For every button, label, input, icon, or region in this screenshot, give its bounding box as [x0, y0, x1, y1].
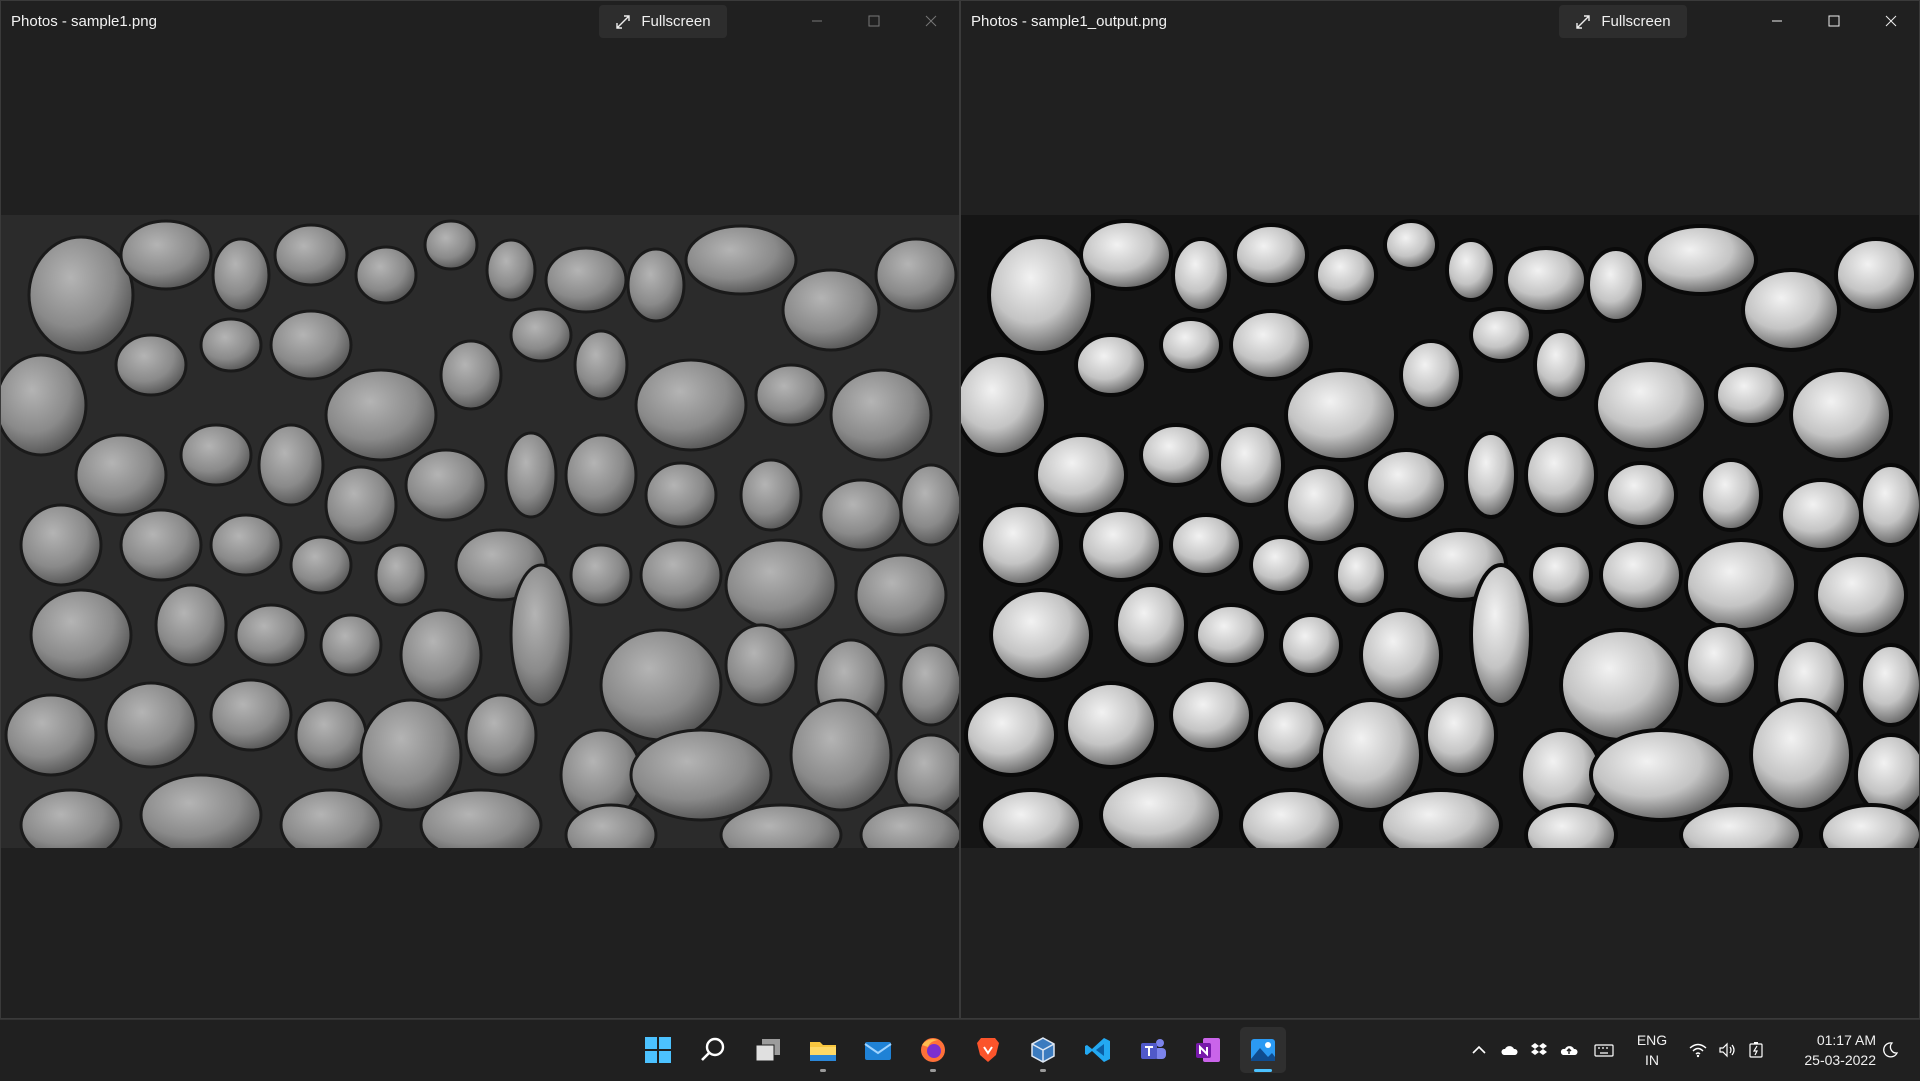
keyboard-icon: [1594, 1044, 1614, 1057]
taskbar-brave[interactable]: [965, 1027, 1011, 1073]
window-title: Photos - sample1.png: [11, 13, 157, 30]
fullscreen-button[interactable]: Fullscreen: [1559, 5, 1687, 38]
maximize-icon: [868, 15, 880, 27]
active-indicator: [1254, 1069, 1272, 1072]
title-bar[interactable]: Photos - sample1_output.png Fullscreen: [961, 1, 1919, 43]
tray-focus-assist[interactable]: [1878, 1038, 1902, 1062]
photo-viewer-image[interactable]: [1, 215, 959, 848]
maximize-button[interactable]: [846, 1, 902, 41]
volume-icon: [1719, 1042, 1735, 1058]
taskbar-firefox[interactable]: [910, 1027, 956, 1073]
fullscreen-label: Fullscreen: [1601, 13, 1671, 30]
photos-window-right[interactable]: Photos - sample1_output.png Fullscreen: [960, 0, 1920, 1019]
taskbar-search[interactable]: [690, 1027, 736, 1073]
close-button[interactable]: [1863, 1, 1919, 41]
photos-window-left[interactable]: Photos - sample1.png Fullscreen: [0, 0, 960, 1019]
chevron-up-icon: [1472, 1045, 1486, 1054]
virtualbox-icon: [1031, 1037, 1055, 1063]
pebbles-photo-enhanced: [961, 215, 1919, 848]
fullscreen-button[interactable]: Fullscreen: [599, 5, 727, 38]
running-indicator: [930, 1069, 936, 1072]
clock-time: 01:17 AM: [1816, 1032, 1876, 1048]
close-icon: [1885, 15, 1897, 27]
taskbar-virtualbox[interactable]: [1020, 1027, 1066, 1073]
taskbar-teams[interactable]: [1130, 1027, 1176, 1073]
maximize-icon: [1828, 15, 1840, 27]
folder-icon: [810, 1042, 836, 1061]
window-title: Photos - sample1_output.png: [971, 13, 1167, 30]
photos-icon: [1251, 1039, 1275, 1061]
minimize-button[interactable]: [1749, 1, 1805, 41]
firefox-icon: [921, 1038, 945, 1062]
fullscreen-label: Fullscreen: [641, 13, 711, 30]
photo-viewer-image[interactable]: [961, 215, 1919, 848]
tray-wifi[interactable]: [1686, 1038, 1710, 1062]
language-code: ENG: [1636, 1032, 1668, 1048]
taskbar-task-view[interactable]: [745, 1027, 791, 1073]
taskbar-start[interactable]: [635, 1027, 681, 1073]
minimize-icon: [812, 20, 822, 22]
search-icon: [701, 1037, 725, 1061]
region-code: IN: [1645, 1052, 1659, 1068]
dropbox-icon: [1531, 1043, 1547, 1055]
taskbar-mail[interactable]: [855, 1027, 901, 1073]
vscode-icon: [1085, 1038, 1110, 1062]
minimize-icon: [1772, 20, 1782, 22]
tray-onedrive[interactable]: [1497, 1038, 1521, 1062]
tray-touch-keyboard[interactable]: [1592, 1038, 1616, 1062]
battery-charging-icon: [1749, 1042, 1763, 1058]
running-indicator: [1040, 1069, 1046, 1072]
onenote-icon: [1196, 1038, 1220, 1062]
clock[interactable]: 01:17 AM 25-03-2022: [1780, 1030, 1876, 1070]
maximize-button[interactable]: [1806, 1, 1862, 41]
brave-icon: [977, 1038, 999, 1062]
tray-cloud-sync[interactable]: [1557, 1038, 1581, 1062]
close-button[interactable]: [903, 1, 959, 41]
task-view-icon: [755, 1039, 780, 1062]
minimize-button[interactable]: [789, 1, 845, 41]
running-indicator: [820, 1069, 826, 1072]
teams-icon: [1141, 1039, 1166, 1059]
cloud-upload-icon: [1560, 1046, 1578, 1055]
tray-battery[interactable]: [1744, 1038, 1768, 1062]
moon-icon: [1883, 1042, 1899, 1058]
taskbar-file-explorer[interactable]: [800, 1027, 846, 1073]
clock-date: 25-03-2022: [1804, 1052, 1876, 1068]
close-icon: [925, 15, 937, 27]
taskbar-onenote[interactable]: [1185, 1027, 1231, 1073]
mail-icon: [864, 1042, 892, 1060]
wifi-icon: [1689, 1043, 1707, 1058]
tray-dropbox[interactable]: [1527, 1038, 1551, 1062]
expand-icon: [1576, 14, 1591, 29]
pebbles-photo: [1, 215, 959, 848]
tray-volume[interactable]: [1715, 1038, 1739, 1062]
cloud-icon: [1501, 1046, 1518, 1055]
expand-icon: [616, 14, 631, 29]
taskbar: ENG IN 01:17 AM 25-03-2022: [0, 1019, 1920, 1081]
tray-overflow[interactable]: [1467, 1038, 1491, 1062]
windows-logo-icon: [645, 1037, 671, 1063]
language-indicator[interactable]: ENG IN: [1632, 1030, 1672, 1070]
taskbar-vscode[interactable]: [1075, 1027, 1121, 1073]
title-bar[interactable]: Photos - sample1.png Fullscreen: [1, 1, 959, 43]
taskbar-photos[interactable]: [1240, 1027, 1286, 1073]
